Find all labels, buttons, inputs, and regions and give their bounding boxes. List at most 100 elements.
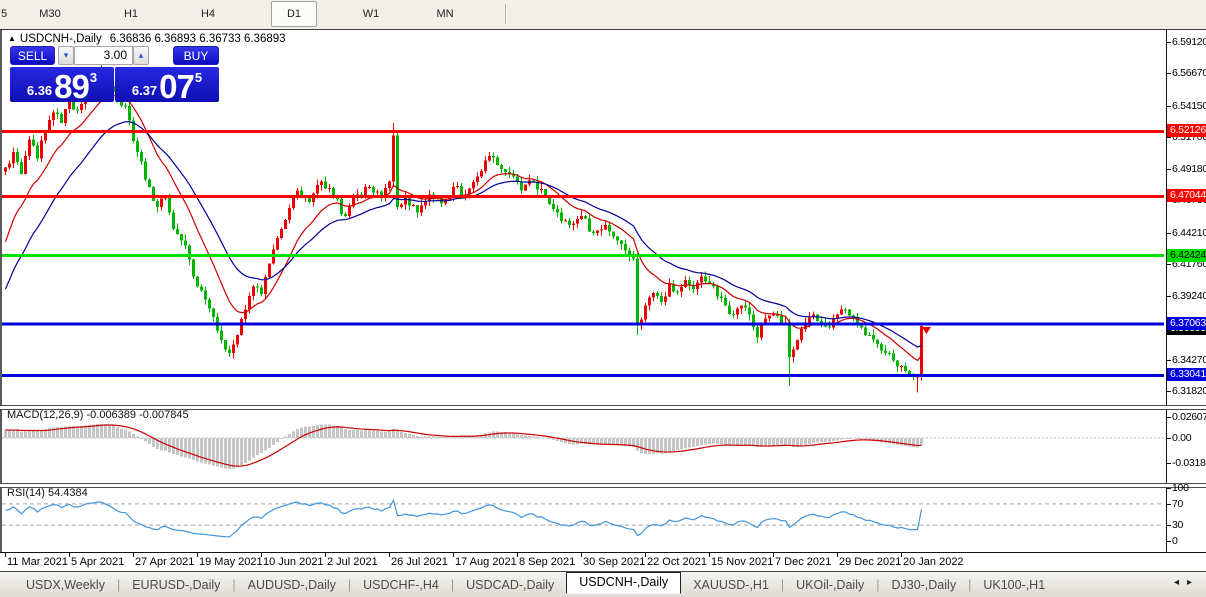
macd-tick-label: 0.00	[1172, 432, 1192, 444]
macd-histogram	[4, 423, 923, 469]
date-label: 2 Jul 2021	[327, 556, 378, 568]
price-tick-label: 6.39240	[1172, 290, 1206, 303]
date-tick-mark	[5, 553, 6, 557]
timeframe-button-d1[interactable]: D1	[271, 1, 317, 27]
volume-increase-icon[interactable]: ▴	[133, 46, 149, 65]
chart-tab-audusd[interactable]: AUDUSD-,Daily	[236, 578, 348, 592]
price-tick-mark	[1166, 391, 1171, 393]
level-price-label: 6.47044	[1167, 189, 1206, 203]
ask-price-prefix: 6.37	[131, 83, 158, 98]
tab-scroll-left-icon[interactable]: ◂	[1174, 577, 1187, 588]
ask-price-box[interactable]: 6.37 07 5	[115, 67, 219, 105]
horizontal-levels-layer	[2, 129, 1164, 377]
timeframe-toolbar: 5 M30 H1 H4 D1 W1 MN	[0, 0, 1206, 30]
volume-decrease-icon[interactable]: ▾	[58, 46, 74, 65]
rsi-tick-mark	[1166, 541, 1171, 542]
date-label: 8 Sep 2021	[519, 556, 576, 568]
date-label: 15 Nov 2021	[711, 556, 774, 568]
sell-button[interactable]: SELL	[10, 46, 55, 65]
tab-scroll-right-icon[interactable]: ▸	[1187, 577, 1200, 588]
timeframe-button-w1[interactable]: W1	[349, 0, 393, 28]
date-tick-mark	[133, 553, 134, 557]
level-price-label: 6.33041	[1167, 368, 1206, 382]
rsi-tick-label: 30	[1172, 519, 1184, 532]
chart-symbol-label: USDCNH-,Daily	[19, 33, 102, 45]
price-tick-label: 6.34270	[1172, 353, 1206, 366]
chart-tab-dj30[interactable]: DJ30-,Daily	[879, 578, 968, 592]
date-label: 22 Oct 2021	[647, 556, 707, 568]
chart-title: ▲ USDCNH-,Daily 6.36836 6.36893 6.36733 6.…	[8, 33, 286, 45]
rsi-pane	[2, 498, 1164, 538]
tab-scrollers: ◂▸	[1174, 577, 1200, 588]
trade-arrow-icon	[922, 327, 931, 334]
timeframe-button-h4[interactable]: H4	[186, 0, 230, 28]
rsi-header: RSI(14) 54.4384	[7, 487, 88, 499]
chart-canvas[interactable]	[0, 30, 1166, 571]
bid-price-box[interactable]: 6.36 89 3	[10, 67, 114, 103]
rsi-tick-mark	[1166, 525, 1171, 527]
volume-input[interactable]: 3.00	[74, 46, 133, 65]
price-tick-mark	[1166, 263, 1171, 265]
chart-tab-usdx[interactable]: USDX,Weekly	[14, 578, 117, 592]
chart-ohlc-values: 6.36836 6.36893 6.36733 6.36893	[109, 33, 286, 45]
buy-button[interactable]: BUY	[173, 46, 219, 65]
date-label: 17 Aug 2021	[455, 556, 517, 568]
price-tick-label: 6.49180	[1172, 163, 1206, 176]
chart-tab-bar: USDX,Weekly | EURUSD-,Daily | AUDUSD-,Daily |…	[0, 571, 1206, 597]
timeframe-button-mn[interactable]: MN	[423, 0, 467, 28]
price-tick-mark	[1166, 105, 1171, 107]
macd-tick-mark	[1166, 463, 1171, 465]
chart-tab-usdcad[interactable]: USDCAD-,Daily	[454, 578, 566, 592]
price-tick-label: 6.59120	[1172, 36, 1206, 48]
macd-tick-label: -0.03187	[1172, 457, 1206, 470]
toolbar-separator	[505, 4, 507, 24]
timeframe-button-m30[interactable]: M30	[28, 0, 72, 28]
rsi-tick-label: 0	[1172, 535, 1178, 547]
price-tick-mark	[1166, 73, 1171, 75]
level-price-label: 6.42424	[1167, 248, 1206, 262]
date-tick-mark	[261, 553, 262, 557]
price-tick-label: 6.44210	[1172, 226, 1206, 239]
rsi-tick-label: 100	[1172, 482, 1189, 494]
level-price-label: 6.52126	[1167, 124, 1206, 138]
date-tick-mark	[389, 553, 390, 557]
bid-price-pip: 3	[89, 70, 98, 85]
price-tick-mark	[1166, 232, 1171, 234]
trading-platform-window: 5M30H1H4D1W1MN 6.591206.566706.541506.51…	[0, 0, 1206, 597]
rsi-title: RSI(14)	[7, 487, 45, 499]
timeframe-button-5[interactable]: 5	[0, 0, 26, 28]
collapse-arrow-icon[interactable]: ▲	[8, 34, 16, 43]
moving-averages-layer	[4, 95, 922, 362]
chart-tab-usdchf[interactable]: USDCHF-,H4	[351, 578, 451, 592]
price-tick-mark	[1166, 169, 1171, 171]
rsi-pane-splitter[interactable]	[0, 483, 1206, 488]
date-tick-mark	[69, 553, 70, 557]
price-tick-mark	[1166, 42, 1171, 43]
date-label: 29 Dec 2021	[839, 556, 902, 568]
price-tick-mark	[1166, 296, 1171, 298]
ask-price-big: 07	[159, 67, 195, 105]
macd-signal-line	[5, 424, 922, 467]
chart-tab-uk100[interactable]: UK100-,H1	[971, 578, 1057, 592]
macd-tick-mark	[1166, 417, 1171, 419]
date-label: 10 Jun 2021	[263, 556, 324, 568]
macd-tick-label: 0.02607	[1172, 411, 1206, 424]
date-tick-mark	[581, 553, 582, 557]
date-tick-mark	[837, 553, 838, 557]
chart-tab-ukoil[interactable]: UKOil-,Daily	[784, 578, 876, 592]
date-label: 20 Jan 2022	[903, 556, 964, 568]
date-label: 5 Apr 2021	[71, 556, 125, 568]
macd-title: MACD(12,26,9)	[7, 409, 84, 421]
price-tick-label: 6.54150	[1172, 99, 1206, 112]
chart-tab-xauusd[interactable]: XAUUSD-,H1	[681, 578, 781, 592]
timeframe-button-h1[interactable]: H1	[109, 0, 153, 28]
chart-tab-eurusd[interactable]: EURUSD-,Daily	[120, 578, 232, 592]
candlesticks-layer	[4, 63, 923, 393]
date-label: 30 Sep 2021	[583, 556, 646, 568]
date-tick-mark	[325, 553, 326, 557]
date-tick-mark	[709, 553, 710, 557]
rsi-tick-mark	[1166, 503, 1171, 505]
date-tick-mark	[453, 553, 454, 557]
date-tick-mark	[517, 553, 518, 557]
chart-tab-usdcnh[interactable]: USDCNH-,Daily	[566, 572, 682, 594]
